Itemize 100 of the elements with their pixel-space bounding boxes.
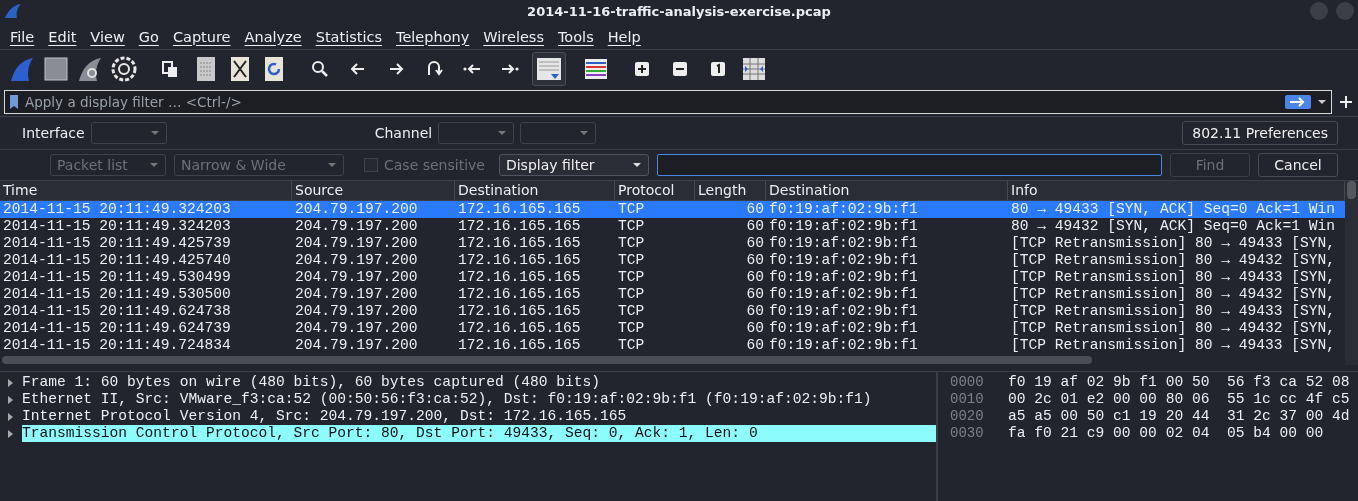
menu-item[interactable]: Tools [550,28,601,45]
caret-icon [327,161,337,169]
column-header[interactable]: Destination [766,181,1008,200]
table-cell-text: [TCP Retransmission] 80 → 49433 [SYN, [1010,235,1337,252]
table-cell-text: TCP [617,269,646,286]
packet-row[interactable]: 2014-11-15 20:11:49.724834 204.79.197.200 172.16.165.165 TCP 60 f0:19:af:02:9b:f1 [TCP Retransmission] 80 → 49433 [SYN, [0,337,1345,354]
byte-offset: 0030 [949,425,985,442]
open-file-icon[interactable] [160,59,180,79]
detail-tree-item[interactable]: Internet Protocol Version 4, Src: 204.79.197.200, Dst: 172.16.165.165 [22,408,635,425]
packet-row[interactable]: 2014-11-15 20:11:49.530499 204.79.197.200 172.16.165.165 TCP 60 f0:19:af:02:9b:f1 [TCP Retransmission] 80 → 49433 [SYN, [0,269,1345,286]
table-cell-text: TCP [617,337,646,354]
stop-icon[interactable] [42,55,70,83]
table-cell-text: [TCP Retransmission] 80 → 49432 [SYN, [1010,252,1337,269]
shark-fin-logo-icon [4,3,22,19]
menu-item[interactable]: Go [131,28,166,45]
expand-arrow-icon[interactable] [6,394,14,405]
packet-row[interactable]: 2014-11-15 20:11:49.624739 204.79.197.200 172.16.165.165 TCP 60 f0:19:af:02:9b:f1 [TCP Retransmission] 80 → 49432 [SYN, [0,320,1345,337]
list-scroll-icon [536,57,562,81]
table-cell-text: [TCP Retransmission] 80 → 49433 [SYN, [1010,269,1337,286]
table-cell-text: [TCP Retransmission] 80 → 49432 [SYN, [1010,320,1337,337]
table-cell-text: TCP [617,320,646,337]
packet-row[interactable]: 2014-11-15 20:11:49.425740 204.79.197.200 172.16.165.165 TCP 60 f0:19:af:02:9b:f1 [TCP Retransmission] 80 → 49432 [SYN, [0,252,1345,269]
column-header[interactable]: Source [292,181,455,200]
menu-item[interactable]: Help [600,28,648,45]
table-cell-text: 204.79.197.200 [294,286,419,303]
restart-fin-icon[interactable] [76,55,104,83]
packet-row[interactable]: 2014-11-15 20:11:49.530500 204.79.197.200 172.16.165.165 TCP 60 f0:19:af:02:9b:f1 [TCP Retransmission] 80 → 49432 [SYN, [0,286,1345,303]
cancel-button[interactable]: Cancel [1258,153,1338,177]
byte-offset: 0000 [949,374,985,391]
column-header[interactable]: Length [695,181,766,200]
interface-label: Interface [22,125,85,141]
table-cell-text: 2014-11-15 20:11:49.425739 [2,235,232,252]
bookmark-icon[interactable] [9,94,19,110]
table-cell-text: 172.16.165.165 [457,269,582,286]
caret-icon [149,129,160,137]
table-cell-text: f0:19:af:02:9b:f1 [768,303,919,320]
horizontal-scrollbar-thumb[interactable] [2,356,1092,364]
table-cell-text: 172.16.165.165 [457,303,582,320]
menu-item[interactable]: Statistics [308,28,389,45]
byte-offset: 0020 [949,408,985,425]
caret-icon [631,161,642,169]
menu-item[interactable]: Edit [41,28,84,45]
table-cell-text: 204.79.197.200 [294,218,419,235]
display-filter-bar[interactable]: Apply a display filter … <Ctrl-/> [4,90,1332,114]
column-header[interactable]: Protocol [615,181,695,200]
table-cell-text: 204.79.197.200 [294,269,419,286]
menu-item[interactable]: Capture [165,28,238,45]
table-cell-text: f0:19:af:02:9b:f1 [768,320,919,337]
expand-arrow-icon[interactable] [6,377,14,388]
menu-item[interactable]: File [3,28,42,45]
table-cell-text: 60 [745,320,765,337]
menu-item[interactable]: Telephony [389,28,477,45]
normal-size-icon[interactable] [708,59,728,79]
packet-row[interactable]: 2014-11-15 20:11:49.324203 204.79.197.200 172.16.165.165 TCP 60 f0:19:af:02:9b:f1 80 → 49433 [SYN, ACK] Seq=0 Ack=1 Win [0,201,1345,218]
vertical-scrollbar-thumb[interactable] [1347,181,1356,199]
autoscroll-button[interactable] [532,52,566,86]
caret-icon [497,129,508,137]
table-cell-text: 172.16.165.165 [457,337,582,354]
search-type-dropdown[interactable]: Display filter [498,154,649,176]
zoom-in-icon[interactable] [632,59,652,79]
table-cell-text: 2014-11-15 20:11:49.324203 [2,201,232,218]
column-header[interactable]: Time [0,181,292,200]
table-cell-text: 172.16.165.165 [457,320,582,337]
table-cell-text: 172.16.165.165 [457,286,582,303]
hex-bytes: fa f0 21 c9 00 00 02 04 05 b4 00 00 [1008,425,1324,442]
search-field[interactable] [656,154,1162,176]
menu-item[interactable]: Wireless [476,28,551,45]
preferences-button[interactable]: 802.11 Preferences [1182,121,1338,145]
settings-icon[interactable] [110,55,138,83]
packet-row[interactable]: 2014-11-15 20:11:49.324203 204.79.197.200 172.16.165.165 TCP 60 f0:19:af:02:9b:f1 80 → 49432 [SYN, ACK] Seq=0 Ack=1 Win [0,218,1345,235]
table-cell-text: 60 [745,252,765,269]
display-filter-field[interactable]: Apply a display filter … <Ctrl-/> [25,94,1279,110]
table-cell-text: f0:19:af:02:9b:f1 [768,252,919,269]
packet-row[interactable]: 2014-11-15 20:11:49.425739 204.79.197.200 172.16.165.165 TCP 60 f0:19:af:02:9b:f1 [TCP Retransmission] 80 → 49433 [SYN, [0,235,1345,252]
detail-tree-item[interactable]: Frame 1: 60 bytes on wire (480 bits), 60 bytes captured (480 bits) [22,374,608,391]
table-cell-text: [TCP Retransmission] 80 → 49432 [SYN, [1010,286,1337,303]
column-header[interactable]: Destination [455,181,615,200]
table-cell-text: 204.79.197.200 [294,201,419,218]
zoom-out-icon[interactable] [670,59,690,79]
detail-tree-item[interactable]: Transmission Control Protocol, Src Port: 80, Dst Port: 49433, Seq: 0, Ack: 1, Len: 0 [22,425,936,442]
expand-arrow-icon[interactable] [6,428,14,439]
packet-row[interactable]: 2014-11-15 20:11:49.624738 204.79.197.200 172.16.165.165 TCP 60 f0:19:af:02:9b:f1 [TCP Retransmission] 80 → 49433 [SYN, [0,303,1345,320]
caret-icon [149,161,159,169]
table-cell-text: 172.16.165.165 [457,235,582,252]
expand-arrow-icon[interactable] [6,411,14,422]
shark-fin-icon[interactable] [8,55,36,83]
detail-tree-item[interactable]: Ethernet II, Src: VMware_f3:ca:52 (00:50:56:f3:ca:52), Dst: f0:19:af:02:9b:f1 (f0:19:af:02:9b:f1) [22,391,880,408]
dropdown-caret-icon[interactable] [1317,98,1327,106]
table-cell-text: 2014-11-15 20:11:49.530499 [2,269,232,286]
add-filter-button-icon[interactable] [1338,94,1354,110]
table-cell-text: 2014-11-15 20:11:49.624738 [2,303,232,320]
resize-columns-icon[interactable] [740,55,768,83]
table-cell-text: f0:19:af:02:9b:f1 [768,218,919,235]
table-cell-text: 2014-11-15 20:11:49.724834 [2,337,232,354]
hex-bytes: 00 2c 01 e2 00 00 80 06 55 1c cc 4f c5 [1008,391,1350,408]
table-cell-text: 80 → 49433 [SYN, ACK] Seq=0 Ack=1 Win [1010,201,1337,218]
search-icon[interactable] [310,59,330,79]
table-cell-text: TCP [617,286,646,303]
menu-item[interactable]: Analyze [237,28,309,45]
menu-item[interactable]: View [83,28,132,45]
